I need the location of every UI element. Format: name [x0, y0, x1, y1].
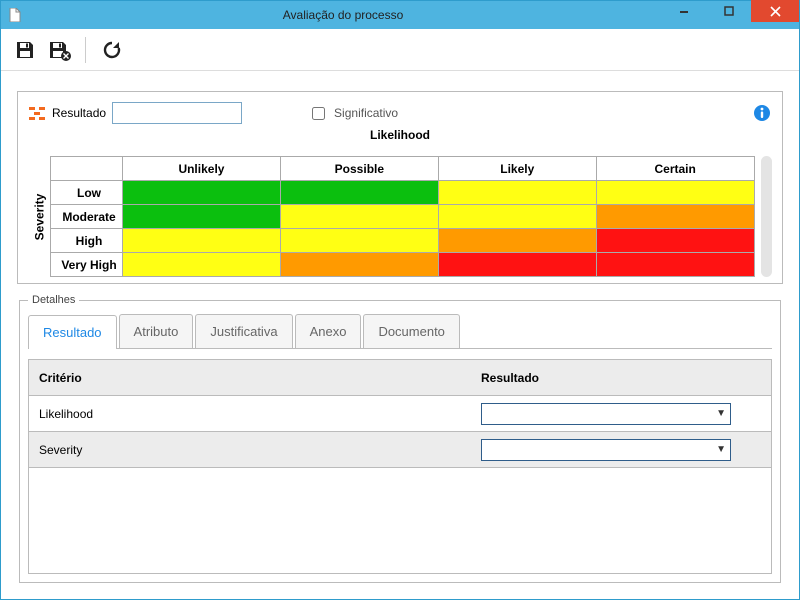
col-unlikely: Unlikely [123, 157, 281, 181]
significativo-checkbox-input[interactable] [312, 107, 325, 120]
details-panel: Detalhes Resultado Atributo Justificativ… [19, 294, 781, 583]
severity-axis-label: Severity [28, 156, 50, 277]
grid-row-likelihood: Likelihood ▼ [29, 396, 771, 432]
cell-veryhigh-unlikely[interactable] [123, 253, 281, 277]
grid-empty-area [29, 468, 771, 573]
cell-high-unlikely[interactable] [123, 229, 281, 253]
document-icon [5, 8, 25, 22]
likelihood-dropdown[interactable]: ▼ [481, 403, 731, 425]
significativo-label: Significativo [334, 106, 398, 120]
risk-matrix: Unlikely Possible Likely Certain Low Mod… [50, 156, 755, 277]
criterio-likelihood: Likelihood [29, 407, 471, 421]
col-possible: Possible [280, 157, 438, 181]
cell-low-certain[interactable] [596, 181, 754, 205]
tab-resultado[interactable]: Resultado [28, 315, 117, 349]
matrix-header-row: Unlikely Possible Likely Certain [51, 157, 755, 181]
cell-veryhigh-possible[interactable] [280, 253, 438, 277]
matrix-row-moderate: Moderate [51, 205, 755, 229]
cell-high-certain[interactable] [596, 229, 754, 253]
cell-low-unlikely[interactable] [123, 181, 281, 205]
likelihood-title: Likelihood [28, 124, 772, 148]
minimize-button[interactable] [661, 0, 706, 22]
severity-dropdown[interactable]: ▼ [481, 439, 731, 461]
tab-anexo[interactable]: Anexo [295, 314, 362, 348]
matrix-row-high: High [51, 229, 755, 253]
tab-documento[interactable]: Documento [363, 314, 459, 348]
window-buttons [661, 1, 799, 29]
maximize-button[interactable] [706, 0, 751, 22]
resultado-label: Resultado [52, 106, 106, 120]
evaluation-top-row: Resultado Significativo [28, 102, 772, 124]
titlebar: Avaliação do processo [1, 1, 799, 29]
cell-moderate-certain[interactable] [596, 205, 754, 229]
resultado-input[interactable] [112, 102, 242, 124]
header-resultado: Resultado [471, 371, 771, 385]
content-area: Resultado Significativo Likelihood Sever… [1, 71, 799, 599]
app-window: Avaliação do processo [0, 0, 800, 600]
risk-icon [28, 104, 46, 122]
cell-moderate-likely[interactable] [438, 205, 596, 229]
grid-row-severity: Severity ▼ [29, 432, 771, 468]
panel-scrollbar[interactable] [761, 156, 772, 277]
matrix-row-veryhigh: Very High [51, 253, 755, 277]
col-certain: Certain [596, 157, 754, 181]
refresh-button[interactable] [98, 36, 126, 64]
window-title: Avaliação do processo [25, 8, 661, 22]
tab-justificativa[interactable]: Justificativa [195, 314, 292, 348]
close-button[interactable] [751, 0, 799, 22]
cell-veryhigh-certain[interactable] [596, 253, 754, 277]
header-criterio: Critério [29, 371, 471, 385]
details-tabs: Resultado Atributo Justificativa Anexo D… [28, 314, 772, 349]
grid-header: Critério Resultado [29, 360, 771, 396]
cell-moderate-possible[interactable] [280, 205, 438, 229]
chevron-down-icon: ▼ [716, 444, 726, 455]
cell-low-likely[interactable] [438, 181, 596, 205]
toolbar [1, 29, 799, 71]
matrix-container: Severity Unlikely Possible Likely Certai… [28, 156, 772, 277]
cell-high-likely[interactable] [438, 229, 596, 253]
info-icon[interactable] [752, 103, 772, 123]
save-button[interactable] [11, 36, 39, 64]
criterio-severity: Severity [29, 443, 471, 457]
col-likely: Likely [438, 157, 596, 181]
details-legend: Detalhes [28, 294, 79, 306]
cell-high-possible[interactable] [280, 229, 438, 253]
toolbar-separator [85, 37, 86, 63]
matrix-row-low: Low [51, 181, 755, 205]
cell-moderate-unlikely[interactable] [123, 205, 281, 229]
chevron-down-icon: ▼ [716, 408, 726, 419]
criteria-grid: Critério Resultado Likelihood ▼ Severity… [28, 359, 772, 574]
cell-low-possible[interactable] [280, 181, 438, 205]
save-close-button[interactable] [45, 36, 73, 64]
cell-veryhigh-likely[interactable] [438, 253, 596, 277]
tab-atributo[interactable]: Atributo [119, 314, 194, 348]
significativo-checkbox[interactable]: Significativo [308, 104, 398, 123]
evaluation-panel: Resultado Significativo Likelihood Sever… [17, 91, 783, 284]
